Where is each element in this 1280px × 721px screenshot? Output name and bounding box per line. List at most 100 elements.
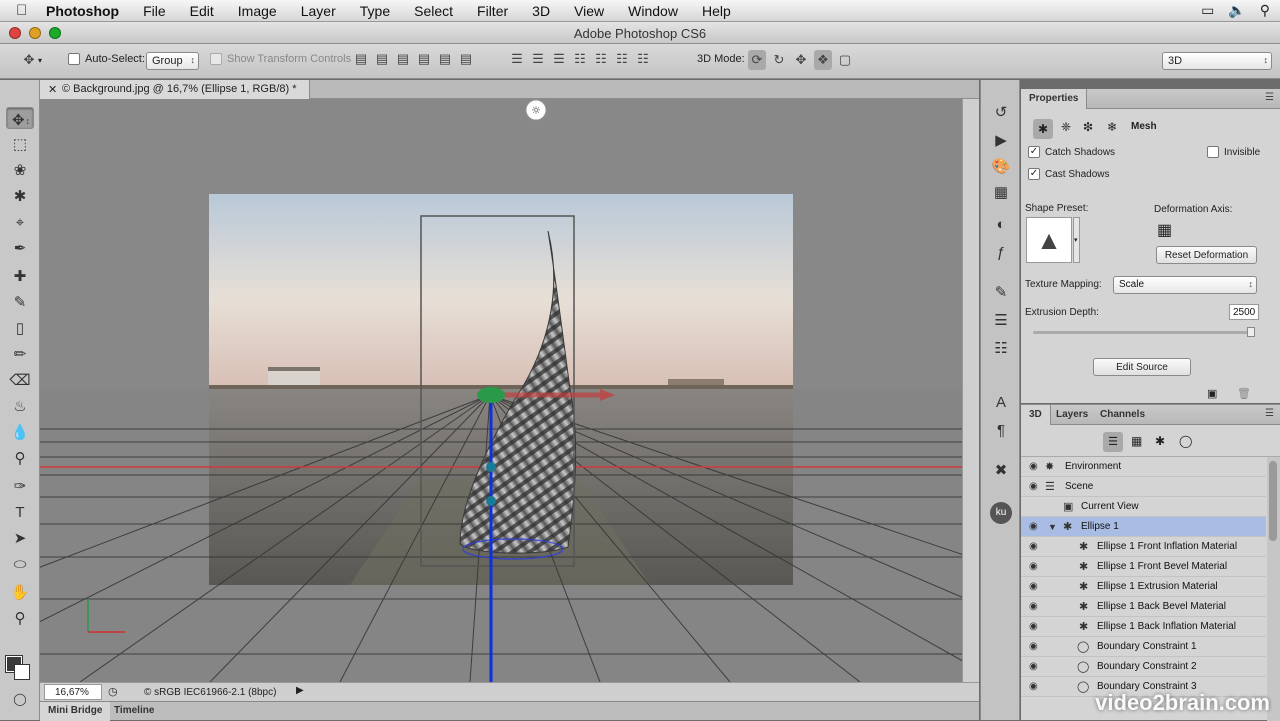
- menu-layer[interactable]: Layer: [289, 3, 348, 19]
- distribute-top-icon[interactable]: ☰: [508, 51, 526, 67]
- tab-mini-bridge[interactable]: Mini Bridge: [40, 702, 110, 721]
- scene-item-material[interactable]: ◉✱Ellipse 1 Back Inflation Material: [1021, 617, 1266, 637]
- visibility-eye-icon[interactable]: ◉: [1029, 561, 1038, 572]
- visibility-eye-icon[interactable]: ◉: [1029, 681, 1038, 692]
- clone-stamp-tool-icon[interactable]: ▯: [6, 318, 34, 340]
- zoom-field[interactable]: 16,67%: [44, 684, 102, 700]
- workspace-dropdown[interactable]: 3D: [1162, 52, 1272, 70]
- crop-tool-icon[interactable]: ⌖: [6, 212, 34, 234]
- texture-mapping-dropdown[interactable]: Scale: [1113, 276, 1257, 294]
- auto-select-check[interactable]: [68, 53, 80, 65]
- scene-item-material[interactable]: ◉✱Ellipse 1 Front Inflation Material: [1021, 537, 1266, 557]
- extrusion-depth-slider[interactable]: [1033, 331, 1255, 334]
- menu-3d[interactable]: 3D: [520, 3, 562, 19]
- visibility-eye-icon[interactable]: ◉: [1029, 601, 1038, 612]
- distribute-vcenter-icon[interactable]: ☰: [529, 51, 547, 67]
- tab-properties[interactable]: Properties: [1021, 89, 1087, 109]
- auto-select-dropdown[interactable]: Group: [146, 52, 199, 70]
- shape-preset-dropdown-icon[interactable]: ▾: [1073, 217, 1080, 263]
- document-tab[interactable]: ✕ © Background.jpg @ 16,7% (Ellipse 1, R…: [40, 80, 310, 99]
- scene-tree-scrollbar[interactable]: [1267, 457, 1280, 721]
- render-icon[interactable]: ▣: [1207, 387, 1217, 400]
- type-tool-icon[interactable]: T: [6, 502, 34, 524]
- tab-channels[interactable]: Channels: [1092, 405, 1153, 425]
- distribute-bottom-icon[interactable]: ☰: [550, 51, 568, 67]
- cast-shadows-check[interactable]: ✓: [1028, 168, 1040, 180]
- menu-app[interactable]: Photoshop: [38, 3, 131, 19]
- visibility-eye-icon[interactable]: ◉: [1029, 641, 1038, 652]
- edit-source-button[interactable]: Edit Source: [1093, 358, 1191, 376]
- show-transform-check[interactable]: [210, 53, 222, 65]
- lasso-tool-icon[interactable]: ❀: [6, 160, 34, 182]
- align-left-icon[interactable]: ▤: [415, 51, 433, 67]
- clone-source-icon[interactable]: ☷: [987, 338, 1015, 360]
- swatches-icon[interactable]: ▦: [987, 182, 1015, 204]
- auto-select-checkbox[interactable]: Auto-Select:: [68, 53, 145, 65]
- distribute-hcenter-icon[interactable]: ☷: [592, 51, 610, 67]
- visibility-eye-icon[interactable]: ◉: [1029, 621, 1038, 632]
- slide-3d-icon[interactable]: ❖: [814, 50, 832, 70]
- menu-help[interactable]: Help: [690, 3, 743, 19]
- brush-presets-icon[interactable]: ☰: [987, 310, 1015, 332]
- panel-menu-icon[interactable]: ☰: [1265, 92, 1274, 103]
- scene-item-constraint[interactable]: ◉◯Boundary Constraint 2: [1021, 657, 1266, 677]
- reset-deformation-button[interactable]: Reset Deformation: [1156, 246, 1257, 264]
- healing-brush-tool-icon[interactable]: ✚: [6, 266, 34, 288]
- path-selection-tool-icon[interactable]: ➤: [6, 528, 34, 550]
- history-icon[interactable]: ↺: [987, 102, 1015, 124]
- status-options-icon[interactable]: ◷: [108, 685, 118, 698]
- quick-mask-icon[interactable]: ◯: [6, 688, 34, 710]
- scene-item-scene[interactable]: ◉☰Scene: [1021, 477, 1266, 497]
- battery-icon[interactable]: ▭: [1201, 2, 1214, 19]
- scene-item-environment[interactable]: ◉✸Environment: [1021, 457, 1266, 477]
- history-brush-tool-icon[interactable]: ✏: [6, 344, 34, 366]
- 3d-panel-menu-icon[interactable]: ☰: [1265, 408, 1274, 419]
- pen-tool-icon[interactable]: ✑: [6, 476, 34, 498]
- deform-section-icon[interactable]: ❈: [1061, 120, 1071, 134]
- align-right-icon[interactable]: ▤: [457, 51, 475, 67]
- zoom-tool-icon[interactable]: ⚲: [6, 608, 34, 630]
- materials-section-icon[interactable]: ❇: [1083, 120, 1093, 134]
- menu-filter[interactable]: Filter: [465, 3, 520, 19]
- drag-3d-icon[interactable]: ✥: [792, 50, 810, 70]
- scene-item-ellipse-1[interactable]: ◉▼✱Ellipse 1: [1021, 517, 1266, 537]
- scene-item-material[interactable]: ◉✱Ellipse 1 Extrusion Material: [1021, 577, 1266, 597]
- eyedropper-tool-icon[interactable]: ✒: [6, 238, 34, 260]
- hand-tool-icon[interactable]: ✋: [6, 582, 34, 604]
- deformation-axis-grid-icon[interactable]: ▦: [1157, 220, 1172, 240]
- rotate-3d-icon[interactable]: ⟳: [748, 50, 766, 70]
- marquee-tool-icon[interactable]: ⬚: [6, 134, 34, 156]
- volume-icon[interactable]: 🔈: [1228, 2, 1245, 19]
- visibility-eye-icon[interactable]: ◉: [1029, 521, 1038, 532]
- cast-shadows-checkbox[interactable]: ✓Cast Shadows: [1028, 168, 1109, 180]
- paragraph-icon[interactable]: ¶: [987, 420, 1015, 442]
- disclosure-triangle-icon[interactable]: ▼: [1048, 522, 1057, 532]
- 3d-scene-view[interactable]: ☼: [40, 99, 962, 682]
- canvas-vertical-scrollbar[interactable]: [962, 99, 979, 682]
- ellipse-tool-icon[interactable]: ⬭: [6, 554, 34, 576]
- auto-align-icon[interactable]: ☷: [634, 51, 652, 67]
- align-bottom-icon[interactable]: ▤: [394, 51, 412, 67]
- show-transform-controls[interactable]: Show Transform Controls: [210, 53, 351, 65]
- status-menu-arrow-icon[interactable]: ▶: [296, 685, 304, 696]
- invisible-check[interactable]: [1207, 146, 1219, 158]
- character-icon[interactable]: A: [987, 392, 1015, 414]
- brush-panel-icon[interactable]: ✎: [987, 282, 1015, 304]
- move-tool-preset[interactable]: ✥▾: [20, 52, 42, 68]
- move-tool-icon[interactable]: ✥: [6, 107, 34, 129]
- tool-presets-icon[interactable]: ✖: [987, 460, 1015, 482]
- document-canvas[interactable]: ☼: [40, 99, 962, 682]
- invisible-checkbox[interactable]: Invisible: [1207, 146, 1260, 158]
- paint-bucket-tool-icon[interactable]: ♨: [6, 396, 34, 418]
- styles-icon[interactable]: ƒ: [987, 242, 1015, 264]
- background-color-swatch[interactable]: [14, 664, 30, 680]
- scale-3d-icon[interactable]: ▢: [836, 50, 854, 70]
- menu-type[interactable]: Type: [348, 3, 402, 19]
- menu-view[interactable]: View: [562, 3, 616, 19]
- scene-item-material[interactable]: ◉✱Ellipse 1 Back Bevel Material: [1021, 597, 1266, 617]
- extrusion-depth-slider-thumb[interactable]: [1247, 327, 1255, 337]
- scene-item-constraint[interactable]: ◉◯Boundary Constraint 1: [1021, 637, 1266, 657]
- visibility-eye-icon[interactable]: ◉: [1029, 461, 1038, 472]
- tab-timeline[interactable]: Timeline: [106, 702, 162, 721]
- meshes-filter-icon[interactable]: ▦: [1131, 434, 1142, 448]
